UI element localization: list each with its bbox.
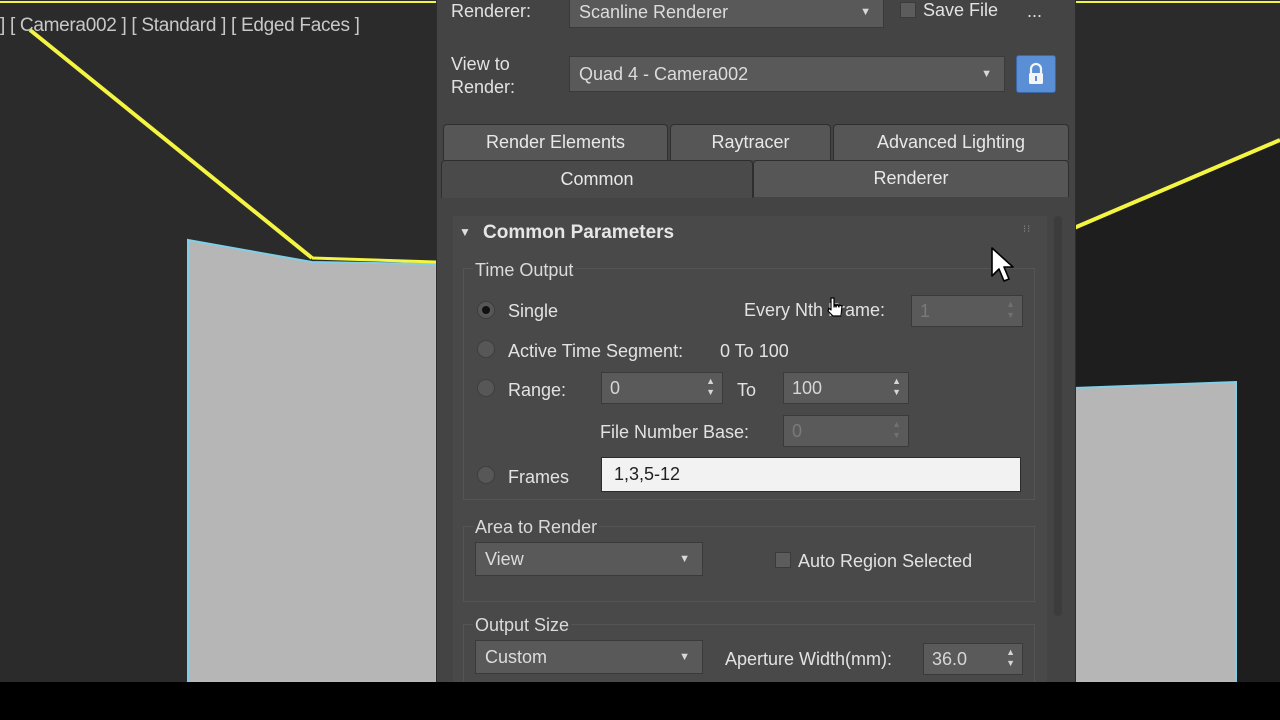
tab-advanced-lighting-label: Advanced Lighting xyxy=(876,132,1026,152)
tab-raytracer-label: Raytracer xyxy=(711,132,790,152)
tab-renderer[interactable]: Renderer xyxy=(753,160,1069,197)
aperture-width-value: 36.0 xyxy=(932,649,968,669)
every-nth-frame-value: 1 xyxy=(920,301,931,321)
tab-render-elements[interactable]: Render Elements xyxy=(443,124,668,160)
output-size-dropdown[interactable]: Custom ▼ xyxy=(475,640,703,674)
file-number-base-spinner[interactable]: 0 ▲ ▼ xyxy=(783,415,909,447)
range-to-spinner[interactable]: 100 ▲ ▼ xyxy=(783,372,909,404)
auto-region-selected-label: Auto Region Selected xyxy=(798,551,973,571)
aperture-width-label: Aperture Width(mm): xyxy=(725,649,893,669)
rollout-collapse-icon[interactable]: ▼ xyxy=(459,225,471,239)
output-size-title: Output Size xyxy=(473,615,572,636)
file-number-base-label: File Number Base: xyxy=(600,422,750,442)
tab-renderer-label: Renderer xyxy=(873,168,949,188)
active-time-segment-radio[interactable] xyxy=(477,340,495,358)
bottom-letterbox xyxy=(0,682,1280,720)
aperture-width-spinner[interactable]: 36.0 ▲ ▼ xyxy=(923,643,1023,675)
rollout-grip-icon: ⁝⁝ xyxy=(1023,224,1032,235)
renderer-value: Scanline Renderer xyxy=(579,2,729,22)
view-to-render-label-line2: Render: xyxy=(451,77,516,97)
range-from-spinner[interactable]: 0 ▲ ▼ xyxy=(601,372,723,404)
save-file-label: Save File xyxy=(923,0,999,20)
frames-input[interactable]: 1,3,5-12 xyxy=(601,457,1021,492)
tab-render-elements-label: Render Elements xyxy=(485,132,626,152)
area-to-render-title: Area to Render xyxy=(473,517,600,538)
lock-icon xyxy=(1029,62,1043,84)
spinner-arrows-icon: ▲ ▼ xyxy=(1006,647,1015,668)
chevron-down-icon: ▼ xyxy=(679,651,690,663)
mouse-pointer-icon xyxy=(991,247,1014,282)
single-radio[interactable] xyxy=(477,301,495,319)
view-to-render-value: Quad 4 - Camera002 xyxy=(579,64,749,84)
frames-radio[interactable] xyxy=(477,466,495,484)
spinner-arrows-icon: ▲ ▼ xyxy=(892,376,901,397)
spinner-arrows-icon: ▲ ▼ xyxy=(1006,299,1015,320)
view-to-render-dropdown[interactable]: Quad 4 - Camera002 ▼ xyxy=(569,56,1005,92)
range-from-value: 0 xyxy=(610,378,621,398)
auto-region-selected-checkbox[interactable] xyxy=(775,552,791,568)
render-setup-dialog: Renderer: Scanline Renderer ▼ Save File … xyxy=(436,0,1076,694)
output-size-value: Custom xyxy=(485,647,548,667)
save-file-checkbox[interactable] xyxy=(900,2,916,18)
time-output-title: Time Output xyxy=(473,260,576,281)
frames-label: Frames xyxy=(508,467,570,487)
file-number-base-value: 0 xyxy=(792,421,803,441)
tab-common-label: Common xyxy=(560,169,634,189)
tab-advanced-lighting[interactable]: Advanced Lighting xyxy=(833,124,1069,160)
chevron-down-icon: ▼ xyxy=(679,553,690,565)
tab-raytracer[interactable]: Raytracer xyxy=(670,124,831,160)
chevron-down-icon: ▼ xyxy=(981,68,992,80)
save-file-browse-button[interactable]: ... xyxy=(1027,0,1042,22)
chevron-down-icon: ▼ xyxy=(860,6,871,18)
hand-cursor-icon xyxy=(827,297,843,317)
viewport-label[interactable]: ] [ Camera002 ] [ Standard ] [ Edged Fac… xyxy=(0,15,360,37)
range-to-value: 100 xyxy=(792,378,823,398)
common-parameters-panel: ▼ Common Parameters ⁝⁝ Time Output Singl… xyxy=(453,216,1047,694)
range-radio[interactable] xyxy=(477,379,495,397)
every-nth-frame-label: Every Nth Frame: xyxy=(744,300,886,320)
area-to-render-value: View xyxy=(485,549,524,569)
single-label: Single xyxy=(508,301,559,321)
every-nth-frame-spinner[interactable]: 1 ▲ ▼ xyxy=(911,295,1023,327)
spinner-arrows-icon: ▲ ▼ xyxy=(706,376,715,397)
area-to-render-dropdown[interactable]: View ▼ xyxy=(475,542,703,576)
spinner-arrows-icon: ▲ ▼ xyxy=(892,419,901,440)
rollout-title[interactable]: Common Parameters xyxy=(483,222,674,244)
tab-common[interactable]: Common xyxy=(441,160,753,198)
range-label: Range: xyxy=(508,380,567,400)
panel-scrollbar[interactable] xyxy=(1054,216,1062,616)
active-time-segment-label: Active Time Segment: xyxy=(508,341,684,361)
renderer-label: Renderer: xyxy=(451,1,532,21)
view-to-render-label-line1: View to xyxy=(451,54,510,74)
renderer-dropdown[interactable]: Scanline Renderer ▼ xyxy=(569,0,884,28)
active-time-segment-value: 0 To 100 xyxy=(720,341,789,361)
range-to-label: To xyxy=(737,380,757,400)
lock-view-button[interactable] xyxy=(1016,55,1056,93)
